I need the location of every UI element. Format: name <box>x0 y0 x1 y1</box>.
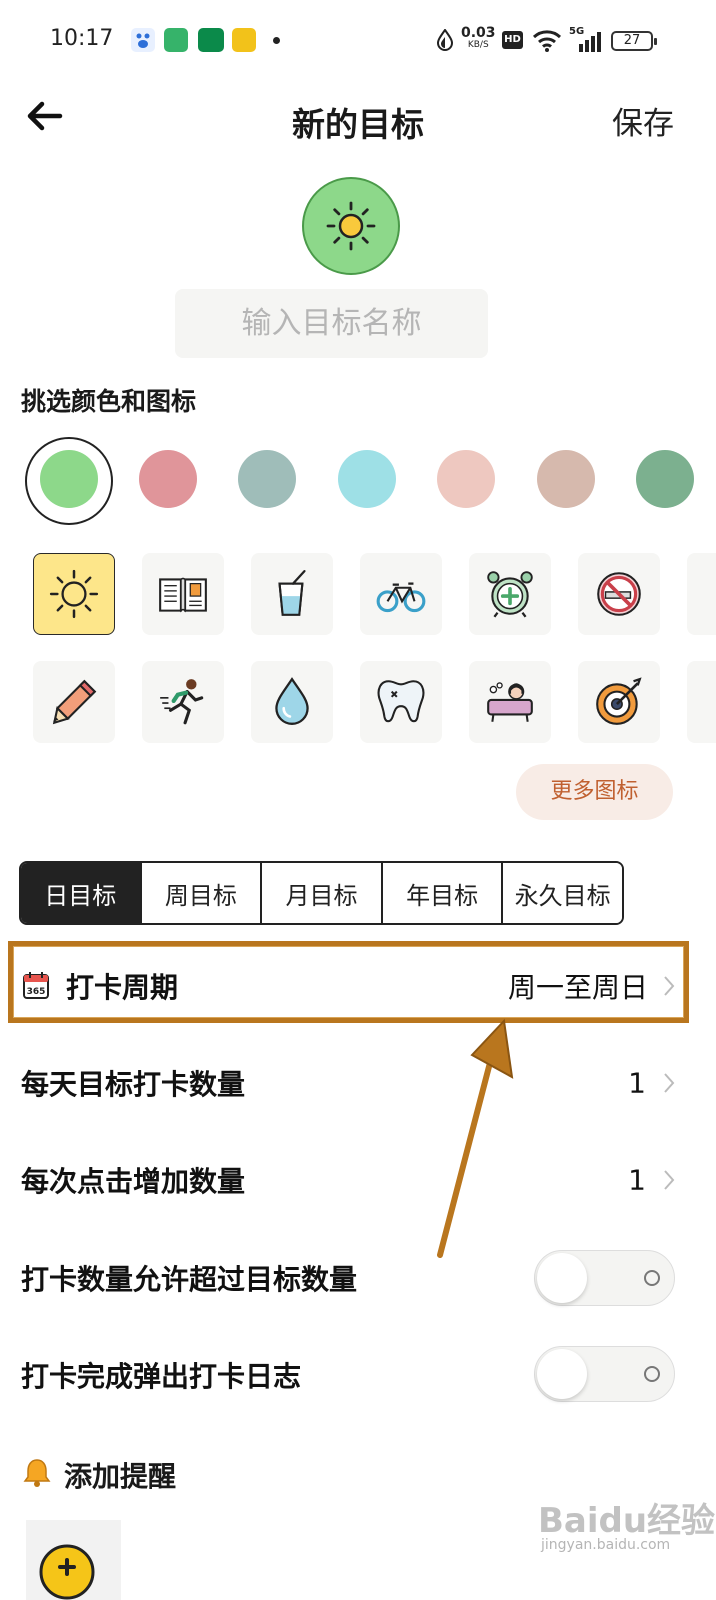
tab-monthly-goal[interactable]: 月目标 <box>260 863 381 923</box>
toggle-off-indicator <box>644 1270 660 1286</box>
status-time: 10:17 <box>50 26 114 51</box>
network-speed: 0.03 KB/S <box>461 26 496 51</box>
icon-option-alarm[interactable] <box>469 553 551 635</box>
icon-option-partial-2[interactable] <box>687 661 716 743</box>
color-swatch-sage[interactable] <box>238 450 296 508</box>
popup-log-label: 打卡完成弹出打卡日志 <box>21 1360 302 1393</box>
sun-icon <box>49 569 99 619</box>
icon-option-water[interactable] <box>251 661 333 743</box>
alarm-clock-icon <box>487 571 533 618</box>
tab-daily-goal[interactable]: 日目标 <box>21 863 140 923</box>
pencil-icon <box>52 679 97 725</box>
icon-option-target[interactable] <box>578 661 660 743</box>
toggle-off-indicator <box>644 1366 660 1382</box>
data-saver-icon <box>436 28 454 55</box>
icon-option-tooth[interactable] <box>360 661 442 743</box>
icon-option-bath[interactable] <box>469 661 551 743</box>
popup-log-toggle[interactable] <box>534 1346 675 1402</box>
increment-label: 每次点击增加数量 <box>21 1165 246 1198</box>
wifi-icon <box>532 28 562 56</box>
add-reminder-title: 添加提醒 <box>64 1460 177 1493</box>
tooth-icon <box>377 680 425 723</box>
goal-icon-preview[interactable] <box>302 177 400 275</box>
network-speed-value: 0.03 <box>461 25 496 41</box>
icon-option-partial[interactable] <box>687 553 716 635</box>
drink-cup-icon <box>278 570 306 616</box>
color-swatch-green[interactable] <box>40 450 98 508</box>
icon-option-sun[interactable] <box>33 553 115 635</box>
tab-weekly-goal[interactable]: 周目标 <box>139 863 261 923</box>
goal-name-input[interactable] <box>175 289 488 358</box>
icon-option-bicycle[interactable] <box>360 553 442 635</box>
icon-option-pencil[interactable] <box>33 661 115 743</box>
more-icons-button[interactable]: 更多图标 <box>516 764 673 820</box>
more-notifications-dot <box>273 37 280 44</box>
cell-signal-icon <box>571 32 603 56</box>
sun-icon <box>326 201 376 251</box>
increment-value: 1 <box>628 1163 646 1197</box>
allow-exceed-label: 打卡数量允许超过目标数量 <box>21 1263 358 1296</box>
toggle-knob <box>537 1349 587 1399</box>
add-reminder-button[interactable] <box>26 1520 121 1600</box>
watermark-url: jingyan.baidu.com <box>541 1537 671 1553</box>
chevron-right-icon <box>664 976 675 996</box>
color-swatch-cyan[interactable] <box>338 450 396 508</box>
save-button[interactable]: 保存 <box>612 98 674 143</box>
goal-type-tabs: 日目标 周目标 月目标 年目标 永久目标 <box>19 861 624 925</box>
app-notification-icon <box>164 28 188 52</box>
daily-target-row[interactable]: 每天目标打卡数量 1 <box>0 1048 716 1118</box>
bathtub-icon <box>487 682 533 722</box>
icon-option-book[interactable] <box>142 553 224 635</box>
svg-text:365: 365 <box>27 987 46 997</box>
water-drop-icon <box>275 677 309 725</box>
checkin-period-label: 打卡周期 <box>66 971 179 1004</box>
no-smoking-icon <box>597 572 641 616</box>
increment-row[interactable]: 每次点击增加数量 1 <box>0 1145 716 1215</box>
allow-exceed-toggle[interactable] <box>534 1250 675 1306</box>
icon-option-drink[interactable] <box>251 553 333 635</box>
color-swatch-blush[interactable] <box>437 450 495 508</box>
tab-permanent-goal[interactable]: 永久目标 <box>501 863 622 923</box>
color-swatch-forest[interactable] <box>636 450 694 508</box>
network-speed-unit: KB/S <box>467 40 489 50</box>
bicycle-icon <box>376 582 426 613</box>
icon-option-running[interactable] <box>142 661 224 743</box>
baidu-notification-icon <box>131 28 155 52</box>
daily-target-value: 1 <box>628 1066 646 1100</box>
game-notification-icon <box>232 28 256 52</box>
icon-option-no-smoking[interactable] <box>578 553 660 635</box>
add-circle-icon <box>39 1544 95 1600</box>
open-book-icon <box>159 577 207 613</box>
oppo-notification-icon <box>198 28 224 52</box>
hd-badge: HD <box>502 31 523 49</box>
battery-indicator: 27 <box>611 31 657 51</box>
checkin-period-row[interactable]: 365 打卡周期 周一至周日 <box>0 951 716 1021</box>
color-swatch-taupe[interactable] <box>537 450 595 508</box>
color-swatch-pink[interactable] <box>139 450 197 508</box>
watermark-logo: Baidu经验 <box>538 1501 716 1541</box>
target-icon <box>596 677 642 725</box>
runner-icon <box>160 679 204 725</box>
calendar-365-icon: 365 <box>23 972 49 999</box>
chevron-right-icon <box>664 1170 675 1190</box>
page-title: 新的目标 <box>292 105 424 144</box>
toggle-knob <box>537 1253 587 1303</box>
checkin-period-value: 周一至周日 <box>507 971 648 1004</box>
tab-yearly-goal[interactable]: 年目标 <box>380 863 502 923</box>
chevron-right-icon <box>664 1073 675 1093</box>
bell-icon <box>23 1459 51 1487</box>
picker-section-title: 挑选颜色和图标 <box>21 387 197 416</box>
daily-target-label: 每天目标打卡数量 <box>21 1068 246 1101</box>
